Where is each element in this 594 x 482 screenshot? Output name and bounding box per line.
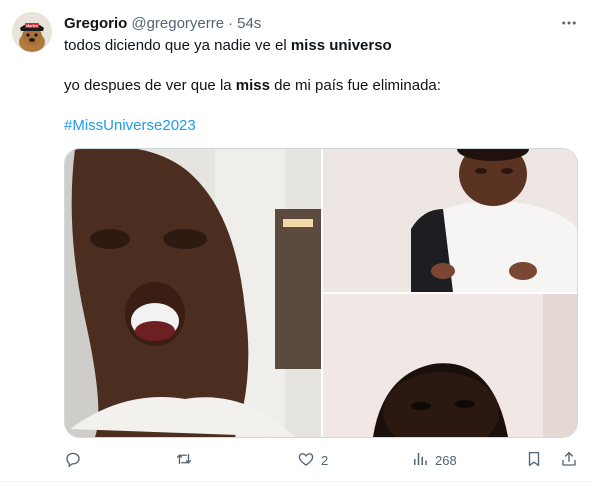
bookmark-icon [525, 450, 543, 471]
media-image-3[interactable] [323, 294, 577, 437]
tweet-line-1: todos diciendo que ya nadie ve el miss u… [64, 36, 574, 56]
tweet-header: Gregorio @gregoryerre · 54s [64, 12, 580, 34]
tweet: Martini Gregorio @gregoryerre · 54s todo… [0, 0, 594, 482]
more-icon[interactable] [558, 13, 580, 33]
reply-button[interactable] [64, 448, 88, 472]
author-handle[interactable]: @gregoryerre [131, 15, 224, 32]
author-name[interactable]: Gregorio [64, 15, 127, 32]
media-grid [64, 148, 578, 438]
media-image-2[interactable] [323, 149, 577, 292]
heart-icon [297, 450, 315, 471]
separator: · [228, 14, 234, 32]
views-button[interactable]: 268 [411, 448, 457, 472]
avatar-badge-text: Martini [26, 24, 38, 28]
line1-text: todos diciendo que ya nadie ve el [64, 37, 291, 54]
line1-bold: miss universo [290, 37, 392, 54]
line2-text: yo despues de ver que la [64, 77, 236, 94]
tweet-line-3: #MissUniverse2023 [64, 116, 574, 136]
share-icon [560, 450, 578, 471]
media-image-1[interactable] [65, 149, 321, 437]
share-button[interactable] [560, 448, 578, 472]
views-icon [411, 450, 429, 471]
hashtag-link[interactable]: #MissUniverse2023 [64, 117, 196, 134]
action-bar: 2 268 [64, 448, 580, 472]
bookmark-button[interactable] [525, 448, 543, 472]
tweet-line-2: yo despues de ver que la miss de mi país… [64, 76, 574, 96]
retweet-icon [175, 450, 193, 471]
line2-bold: miss [235, 77, 270, 94]
reply-icon [64, 450, 82, 471]
timestamp[interactable]: 54s [237, 15, 261, 32]
like-count: 2 [321, 452, 329, 468]
views-count: 268 [435, 452, 457, 468]
tweet-text: todos diciendo que ya nadie ve el miss u… [64, 36, 574, 156]
like-button[interactable]: 2 [297, 448, 328, 472]
line2-text-end: de mi país fue eliminada: [270, 77, 441, 94]
avatar-image: Martini [12, 12, 52, 52]
retweet-button[interactable] [175, 448, 199, 472]
avatar[interactable]: Martini [12, 12, 52, 52]
